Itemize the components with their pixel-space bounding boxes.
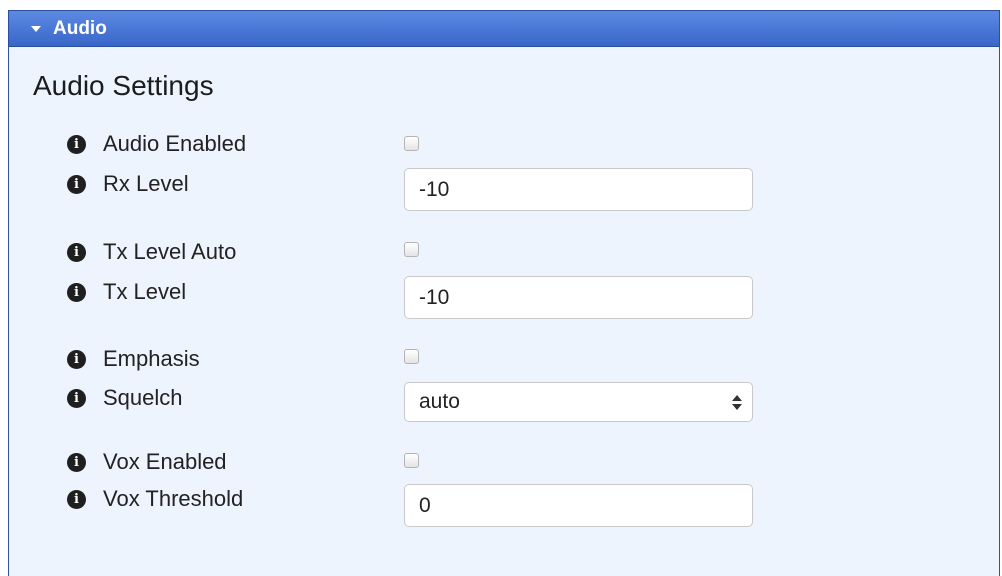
tx-level-input[interactable]: [404, 276, 753, 319]
info-icon[interactable]: i: [67, 388, 86, 408]
audio-enabled-label: i Audio Enabled: [67, 132, 246, 156]
vox-enabled-checkbox[interactable]: [404, 453, 419, 468]
vox-threshold-input[interactable]: [404, 484, 753, 527]
caret-down-icon: [31, 25, 41, 32]
vox-enabled-label-text: Vox Enabled: [103, 449, 227, 474]
info-icon[interactable]: i: [67, 349, 86, 369]
vox-threshold-label-text: Vox Threshold: [103, 486, 244, 511]
tx-level-label: i Tx Level: [67, 280, 186, 304]
squelch-label-text: Squelch: [103, 385, 183, 410]
rx-level-input[interactable]: [404, 168, 753, 211]
squelch-select[interactable]: auto: [404, 382, 753, 422]
info-icon[interactable]: i: [67, 282, 86, 302]
audio-panel-header[interactable]: Audio: [8, 10, 1000, 47]
section-title: Audio Settings: [33, 70, 214, 101]
info-icon[interactable]: i: [67, 452, 86, 472]
vox-enabled-label: i Vox Enabled: [67, 450, 227, 474]
squelch-label: i Squelch: [67, 386, 183, 410]
panel-title: Audio: [53, 17, 107, 39]
rx-level-label-text: Rx Level: [103, 171, 189, 196]
info-icon[interactable]: i: [67, 489, 86, 509]
info-icon[interactable]: i: [67, 242, 86, 262]
emphasis-checkbox[interactable]: [404, 349, 419, 364]
emphasis-label: i Emphasis: [67, 347, 200, 371]
select-arrows-icon: [732, 393, 742, 413]
audio-enabled-checkbox[interactable]: [404, 136, 419, 151]
audio-enabled-label-text: Audio Enabled: [103, 131, 247, 156]
info-icon[interactable]: i: [67, 134, 86, 154]
info-icon[interactable]: i: [67, 174, 86, 194]
rx-level-label: i Rx Level: [67, 172, 189, 196]
emphasis-label-text: Emphasis: [103, 346, 200, 371]
tx-level-auto-label: i Tx Level Auto: [67, 240, 236, 264]
tx-level-auto-checkbox[interactable]: [404, 242, 419, 257]
squelch-selected-value: auto: [419, 390, 460, 413]
tx-level-auto-label-text: Tx Level Auto: [103, 239, 237, 264]
tx-level-label-text: Tx Level: [103, 279, 187, 304]
vox-threshold-label: i Vox Threshold: [67, 487, 243, 511]
